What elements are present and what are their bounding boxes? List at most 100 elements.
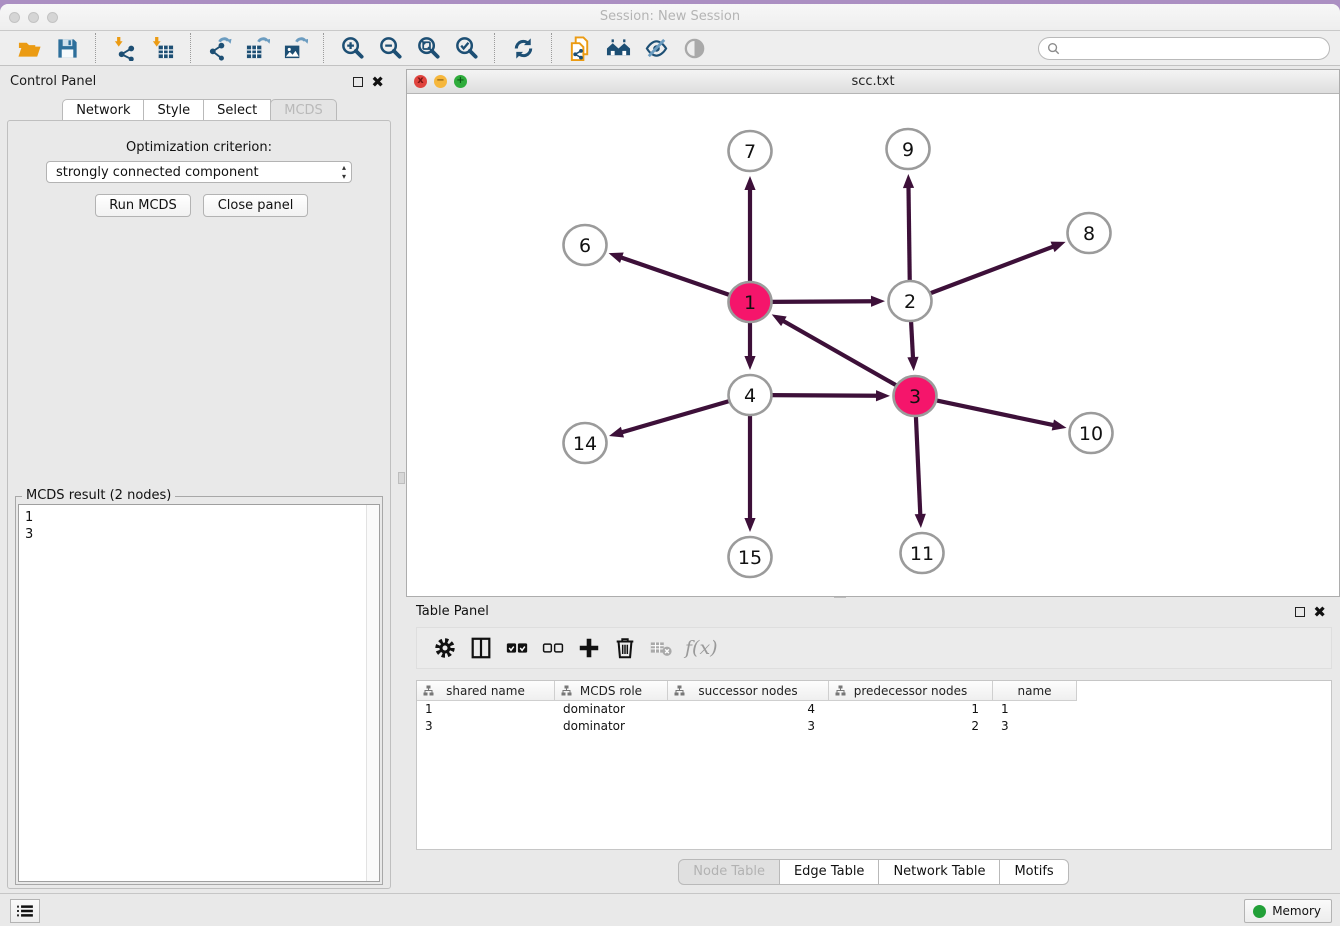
edge-3-11[interactable] (916, 416, 921, 517)
memory-button[interactable]: Memory (1244, 899, 1332, 923)
column-header-name[interactable]: name (993, 681, 1077, 701)
table-row[interactable]: 1dominator411 (417, 701, 1331, 718)
network-window-titlebar[interactable]: x − + scc.txt (407, 70, 1339, 94)
zoom-in-icon[interactable] (337, 34, 367, 62)
tab-style[interactable]: Style (143, 99, 204, 122)
export-image-icon[interactable] (280, 34, 310, 62)
edge-3-1[interactable] (781, 320, 897, 386)
edge-4-14[interactable] (620, 401, 731, 433)
control-panel-title: Control Panel (10, 74, 96, 89)
node-label: 10 (1079, 423, 1103, 445)
float-panel-icon[interactable] (1295, 607, 1305, 617)
tab-edge-table[interactable]: Edge Table (779, 859, 879, 885)
edge-arrowhead (744, 518, 755, 532)
delete-row-icon[interactable] (607, 633, 643, 663)
table-cell[interactable]: dominator (555, 718, 668, 735)
table-cell[interactable]: 1 (993, 701, 1077, 718)
toolbar-separator (323, 33, 324, 63)
control-panel-tabs: NetworkStyleSelectMCDS (0, 99, 398, 122)
table-cell[interactable]: 3 (417, 718, 555, 735)
hide-network-icon[interactable] (641, 34, 671, 62)
save-session-icon[interactable] (52, 34, 82, 62)
deselect-all-columns-icon[interactable] (535, 633, 571, 663)
node-table[interactable]: shared nameMCDS rolesuccessor nodesprede… (416, 680, 1332, 850)
select-stepper-icon: ▴▾ (342, 163, 346, 181)
node-label: 6 (579, 235, 591, 257)
close-panel-icon[interactable]: ✖ (371, 75, 384, 89)
delete-column-icon[interactable] (643, 633, 679, 663)
table-cell[interactable]: 1 (829, 701, 993, 718)
tab-network[interactable]: Network (62, 99, 144, 122)
table-row[interactable]: 3dominator323 (417, 718, 1331, 735)
edge-1-6[interactable] (619, 257, 731, 296)
edge-arrowhead (772, 314, 787, 326)
table-toolbar: f(x) (416, 627, 1332, 669)
toolbar-separator (95, 33, 96, 63)
edge-2-8[interactable] (929, 246, 1056, 294)
column-header-shared-name[interactable]: shared name (417, 681, 555, 701)
tab-node-table[interactable]: Node Table (678, 859, 780, 885)
duplicate-network-icon[interactable] (565, 34, 595, 62)
edge-1-2[interactable] (770, 301, 874, 302)
export-table-icon[interactable] (242, 34, 272, 62)
task-history-button[interactable] (10, 899, 40, 923)
run-mcds-button[interactable]: Run MCDS (95, 194, 191, 217)
tab-motifs[interactable]: Motifs (999, 859, 1068, 885)
column-header-MCDS-role[interactable]: MCDS role (555, 681, 668, 701)
memory-label: Memory (1272, 904, 1321, 918)
result-scrollbar[interactable] (366, 505, 379, 881)
table-settings-icon[interactable] (427, 633, 463, 663)
add-row-icon[interactable] (571, 633, 607, 663)
table-cell[interactable]: dominator (555, 701, 668, 718)
table-header-row: shared nameMCDS rolesuccessor nodesprede… (417, 681, 1331, 701)
table-cell[interactable]: 3 (668, 718, 829, 735)
edge-arrowhead (609, 427, 624, 438)
node-label: 1 (744, 292, 756, 314)
mcds-tab-content: Optimization criterion: strongly connect… (7, 120, 391, 889)
table-cell[interactable]: 3 (993, 718, 1077, 735)
node-label: 9 (902, 139, 914, 161)
memory-status-icon (1253, 905, 1266, 918)
network-graph-canvas[interactable]: 7968124314101511 (407, 94, 1339, 596)
select-all-columns-icon[interactable] (499, 633, 535, 663)
search-field[interactable] (1038, 37, 1330, 60)
mcds-result-textarea[interactable]: 13 (18, 504, 380, 882)
column-header-successor-nodes[interactable]: successor nodes (668, 681, 829, 701)
table-cell[interactable]: 1 (417, 701, 555, 718)
tab-select[interactable]: Select (203, 99, 271, 122)
toggle-view-icon[interactable] (679, 34, 709, 62)
open-file-icon[interactable] (14, 34, 44, 62)
edge-3-10[interactable] (935, 400, 1056, 425)
vertical-splitter-handle[interactable] (398, 472, 405, 484)
tab-network-table[interactable]: Network Table (878, 859, 1000, 885)
tab-mcds[interactable]: MCDS (270, 99, 337, 122)
import-network-icon[interactable] (109, 34, 139, 62)
function-builder-icon[interactable]: f(x) (685, 637, 718, 659)
split-columns-icon[interactable] (463, 633, 499, 663)
table-cell[interactable]: 2 (829, 718, 993, 735)
zoom-fit-icon[interactable] (413, 34, 443, 62)
mcds-result-title: MCDS result (2 nodes) (22, 488, 175, 503)
import-table-icon[interactable] (147, 34, 177, 62)
search-input[interactable] (1060, 42, 1329, 56)
node-label: 2 (904, 291, 916, 313)
table-panel-tabs: Node TableEdge TableNetwork TableMotifs (406, 859, 1340, 885)
column-header-predecessor-nodes[interactable]: predecessor nodes (829, 681, 993, 701)
float-panel-icon[interactable] (353, 77, 363, 87)
zoom-out-icon[interactable] (375, 34, 405, 62)
criterion-select[interactable]: strongly connected component ▴▾ (46, 161, 352, 183)
toolbar-separator (190, 33, 191, 63)
home-icon[interactable] (603, 34, 633, 62)
node-label: 3 (909, 386, 921, 408)
edge-2-9[interactable] (908, 185, 909, 281)
edge-arrowhead (609, 252, 624, 263)
close-panel-icon[interactable]: ✖ (1313, 605, 1326, 619)
table-cell[interactable]: 4 (668, 701, 829, 718)
node-label: 14 (573, 433, 597, 455)
refresh-layout-icon[interactable] (508, 34, 538, 62)
close-panel-button[interactable]: Close panel (203, 194, 308, 217)
edge-2-3[interactable] (911, 321, 913, 360)
edge-4-3[interactable] (770, 395, 879, 396)
export-network-icon[interactable] (204, 34, 234, 62)
zoom-selected-icon[interactable] (451, 34, 481, 62)
